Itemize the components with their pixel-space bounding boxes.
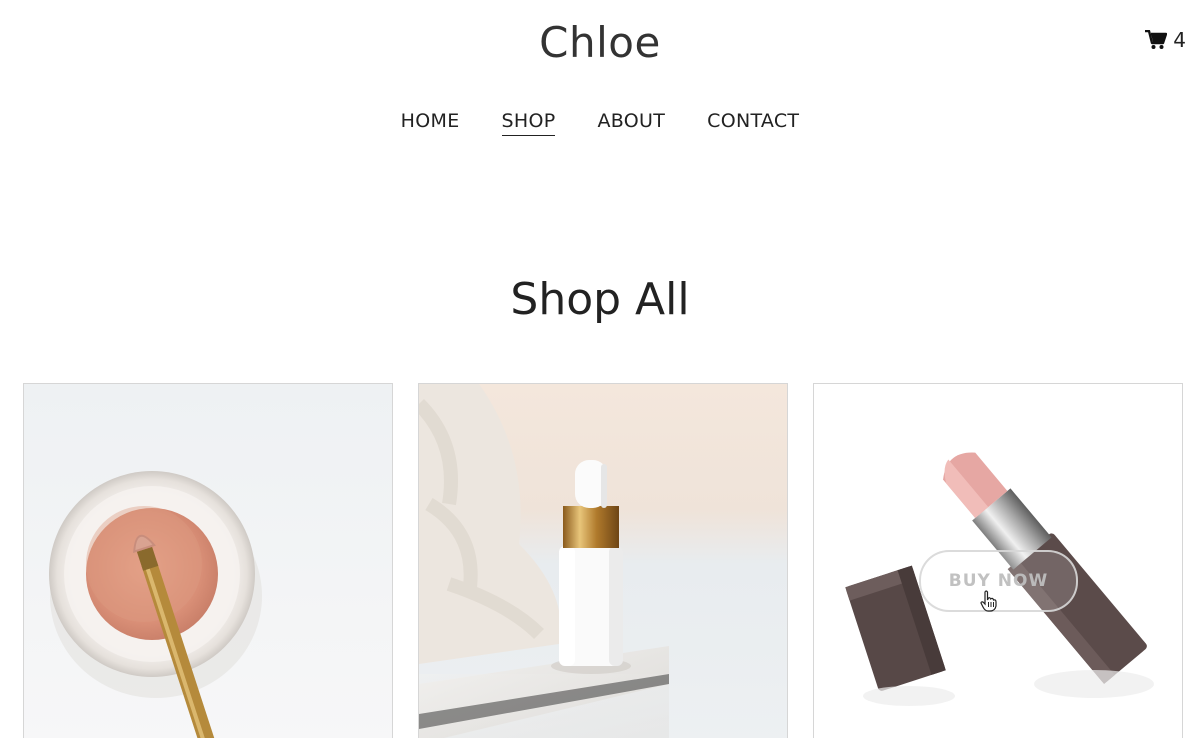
product-card-serum[interactable]	[418, 383, 788, 738]
cart-button[interactable]: 4	[1145, 28, 1186, 52]
product-grid: BUY NOW	[23, 383, 1183, 738]
cart-count: 4	[1173, 28, 1186, 52]
brand-title[interactable]: Chloe	[0, 18, 1200, 67]
page-title: Shop All	[510, 274, 690, 325]
buy-now-button[interactable]: BUY NOW	[919, 550, 1078, 612]
product-card-lipstick[interactable]: BUY NOW	[813, 383, 1183, 738]
main-nav: HOME SHOP ABOUT CONTACT	[0, 110, 1200, 136]
product-image-eyeshadow	[24, 384, 392, 738]
cart-icon	[1145, 30, 1168, 50]
nav-about[interactable]: ABOUT	[597, 110, 665, 136]
nav-contact[interactable]: CONTACT	[707, 110, 799, 136]
hand-pointer-icon	[980, 590, 997, 612]
nav-shop[interactable]: SHOP	[501, 110, 556, 136]
page: Chloe 4 HOME SHOP ABOUT CONTACT Shop All	[0, 0, 1200, 738]
product-card-eyeshadow[interactable]	[23, 383, 393, 738]
nav-home[interactable]: HOME	[401, 110, 460, 136]
product-image-serum	[419, 384, 787, 738]
